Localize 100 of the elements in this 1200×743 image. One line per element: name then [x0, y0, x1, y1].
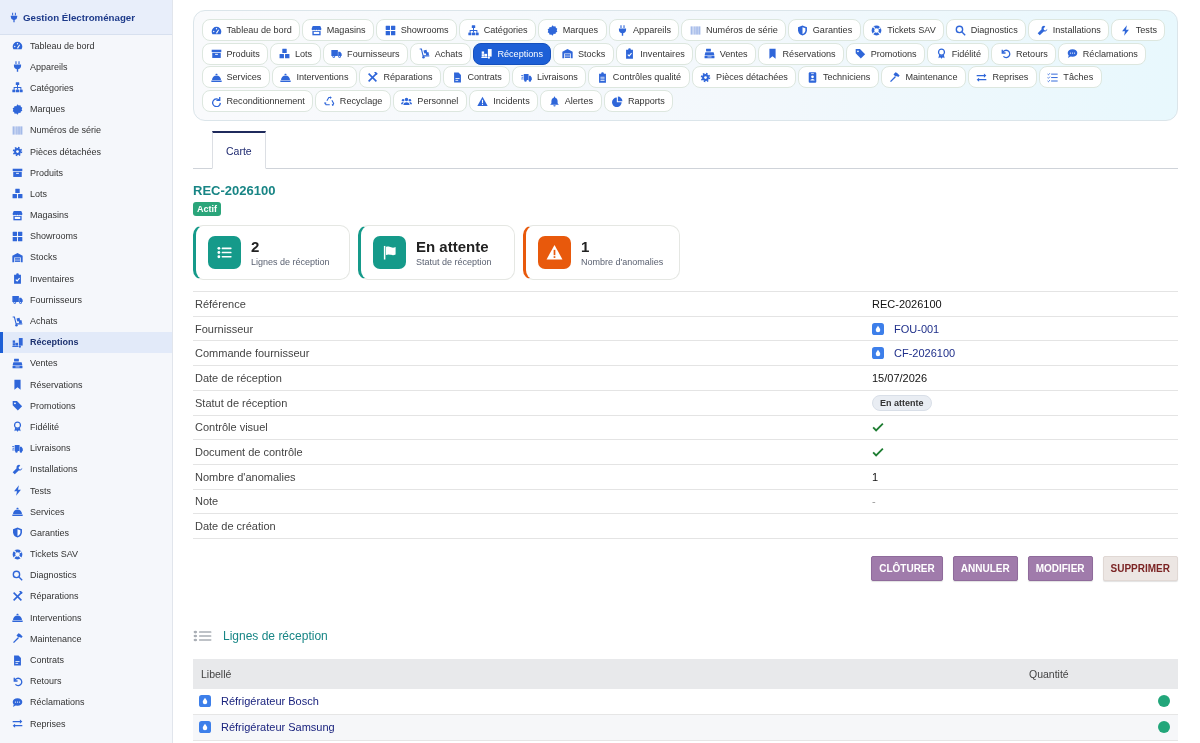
- sidebar-item[interactable]: Pièces détachées: [0, 140, 172, 163]
- nav-button[interactable]: Interventions: [271, 66, 357, 89]
- nav-button[interactable]: Installations: [1028, 19, 1110, 41]
- record-link[interactable]: FOU-001: [872, 322, 940, 335]
- nav-button[interactable]: Showrooms: [376, 19, 458, 41]
- nav-button[interactable]: Reprises: [967, 66, 1037, 89]
- sidebar-item[interactable]: Marques: [0, 98, 172, 120]
- nav-button[interactable]: Appareils: [608, 19, 680, 41]
- sidebar-item[interactable]: Stocks: [0, 246, 172, 269]
- nav-button[interactable]: Garanties: [788, 19, 861, 41]
- nav-button[interactable]: Magasins: [302, 19, 375, 41]
- sidebar-item[interactable]: Tableau de bord: [0, 35, 172, 57]
- field-value: REC-2026100: [872, 297, 942, 310]
- undo-icon: [999, 48, 1011, 60]
- action-button[interactable]: ANNULER: [952, 555, 1018, 581]
- sidebar-item[interactable]: Magasins: [0, 204, 172, 226]
- field-value: 15/07/2026: [872, 371, 928, 384]
- document-icon: [451, 71, 463, 83]
- plug-icon: [12, 61, 23, 73]
- nav-button[interactable]: Marques: [538, 19, 607, 41]
- nav-button[interactable]: Tests: [1111, 19, 1166, 41]
- nav-button[interactable]: Techniciens: [798, 66, 879, 89]
- clipboard-check-icon: [12, 273, 23, 285]
- nav-button[interactable]: Services: [202, 66, 270, 89]
- nav-button[interactable]: Stocks: [553, 42, 614, 65]
- sidebar-item[interactable]: Garanties: [0, 522, 172, 544]
- nav-button[interactable]: Retours: [991, 42, 1057, 65]
- sidebar-item[interactable]: Installations: [0, 458, 172, 480]
- action-button[interactable]: MODIFIER: [1027, 555, 1093, 581]
- sidebar-item[interactable]: Achats: [0, 310, 172, 332]
- sidebar-item[interactable]: Showrooms: [0, 225, 172, 247]
- sidebar-item[interactable]: Fidélité: [0, 416, 172, 438]
- tab[interactable]: Carte: [212, 131, 266, 170]
- sidebar-item[interactable]: Réclamations: [0, 691, 172, 713]
- sidebar-item[interactable]: Tickets SAV: [0, 543, 172, 565]
- field-label: Référence: [194, 297, 246, 310]
- nav-button[interactable]: Pièces détachées: [691, 66, 797, 89]
- nav-button[interactable]: Livraisons: [512, 66, 587, 89]
- nav-button[interactable]: Lots: [270, 42, 321, 65]
- nav-button[interactable]: Incidents: [468, 90, 539, 113]
- record-link[interactable]: CF-2026100: [872, 347, 956, 360]
- chat-bubble-icon: [1066, 48, 1078, 60]
- sidebar-item[interactable]: Contrats: [0, 649, 172, 671]
- sidebar-item[interactable]: Catégories: [0, 77, 172, 99]
- nav-button[interactable]: Réceptions: [472, 42, 552, 65]
- nav-button[interactable]: Reconditionnement: [202, 90, 314, 113]
- nav-button[interactable]: Promotions: [846, 42, 926, 65]
- nav-button[interactable]: Inventaires: [615, 42, 694, 65]
- nav-button[interactable]: Rapports: [603, 90, 674, 113]
- sidebar-item[interactable]: Réceptions: [0, 331, 172, 353]
- nav-button[interactable]: Réservations: [758, 42, 845, 65]
- sidebar-item[interactable]: Fournisseurs: [0, 289, 172, 311]
- delete-button[interactable]: SUPPRIMER: [1102, 555, 1178, 581]
- nav-button[interactable]: Maintenance: [880, 66, 966, 89]
- sidebar-item[interactable]: Interventions: [0, 607, 172, 629]
- nav-button[interactable]: Tickets SAV: [862, 19, 945, 41]
- sidebar-item[interactable]: Réparations: [0, 585, 172, 608]
- item-link[interactable]: Réfrigérateur Samsung: [221, 721, 335, 734]
- item-link[interactable]: Réfrigérateur Bosch: [221, 695, 319, 708]
- sidebar-item[interactable]: Réservations: [0, 374, 172, 396]
- sidebar-item[interactable]: Produits: [0, 162, 172, 184]
- sidebar-item[interactable]: Livraisons: [0, 437, 172, 459]
- nav-button[interactable]: Achats: [410, 42, 471, 65]
- nav-button[interactable]: Contrôles qualité: [588, 66, 690, 89]
- boxes-icon: [12, 188, 23, 200]
- crossed-tools-icon: [12, 590, 23, 602]
- nav-button[interactable]: Tâches: [1038, 66, 1102, 89]
- nav-button[interactable]: Tableau de bord: [202, 19, 301, 41]
- sidebar-item[interactable]: Appareils: [0, 56, 172, 78]
- id-badge-icon: [806, 71, 818, 83]
- nav-button[interactable]: Contrats: [443, 66, 511, 89]
- sidebar-item[interactable]: Ventes: [0, 352, 172, 374]
- nav-button[interactable]: Réclamations: [1058, 42, 1147, 65]
- bell-icon: [548, 95, 560, 107]
- nav-button[interactable]: Diagnostics: [946, 19, 1027, 41]
- nav-button[interactable]: Alertes: [540, 90, 602, 113]
- nav-button[interactable]: Personnel: [392, 90, 467, 113]
- sidebar-item[interactable]: Maintenance: [0, 628, 172, 650]
- action-button[interactable]: CLÔTURER: [871, 555, 943, 581]
- sidebar-item[interactable]: Diagnostics: [0, 564, 172, 586]
- sidebar-item[interactable]: Retours: [0, 670, 172, 692]
- sidebar-item[interactable]: Reprises: [0, 713, 172, 735]
- sidebar-item[interactable]: Lots: [0, 183, 172, 205]
- sidebar-item[interactable]: Tests: [0, 479, 172, 502]
- nav-button[interactable]: Réparations: [358, 66, 441, 89]
- sidebar-item[interactable]: Numéros de série: [0, 119, 172, 141]
- nav-button[interactable]: Recyclage: [315, 90, 391, 113]
- sidebar-item[interactable]: Promotions: [0, 395, 172, 417]
- sidebar-item[interactable]: Inventaires: [0, 268, 172, 290]
- nav-button[interactable]: Ventes: [695, 42, 757, 65]
- nav-button[interactable]: Fidélité: [927, 42, 990, 65]
- nav-button[interactable]: Produits: [202, 42, 269, 65]
- stat-label: Nombre d'anomalies: [581, 257, 664, 268]
- sidebar-item[interactable]: Services: [0, 501, 172, 523]
- nav-button[interactable]: Fournisseurs: [322, 42, 409, 65]
- nav-button[interactable]: Numéros de série: [681, 19, 787, 41]
- barcode-icon: [12, 124, 23, 136]
- life-ring-icon: [12, 548, 23, 560]
- nav-button[interactable]: Catégories: [459, 19, 537, 41]
- status-chip: En attente: [872, 394, 932, 411]
